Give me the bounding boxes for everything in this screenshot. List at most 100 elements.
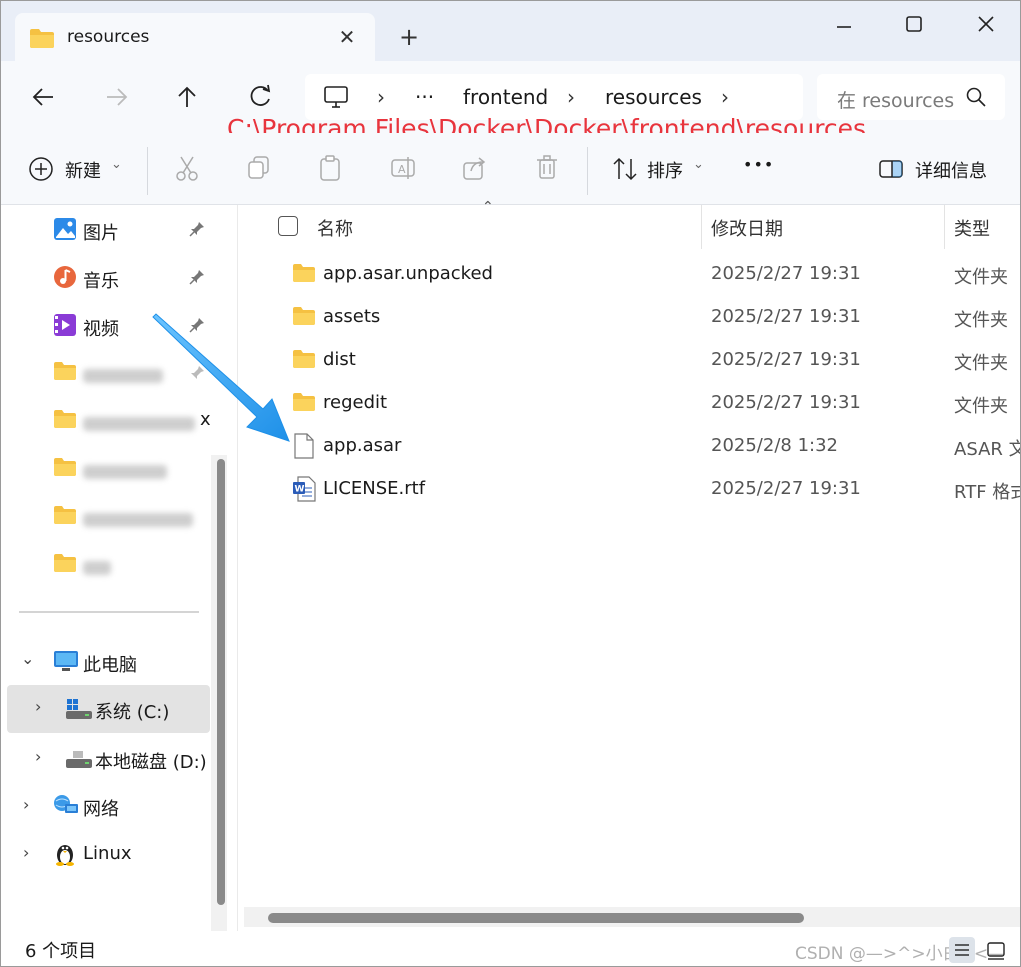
pictures-icon xyxy=(53,217,77,245)
breadcrumb-separator[interactable]: › xyxy=(567,85,575,109)
table-row[interactable]: dist 2025/2/27 19:31 文件夹 xyxy=(238,339,1020,382)
column-divider[interactable] xyxy=(944,205,945,249)
folder-icon xyxy=(53,409,77,433)
search-icon xyxy=(965,86,987,112)
breadcrumb-separator[interactable]: › xyxy=(377,85,385,109)
sidebar-item-label: 本地磁盘 (D:) xyxy=(95,752,207,773)
sidebar-scrollbar-thumb[interactable] xyxy=(217,459,225,905)
more-icon: ••• xyxy=(743,155,775,174)
minimize-button[interactable] xyxy=(821,7,865,43)
table-row[interactable]: app.asar 2025/2/8 1:32 ASAR 文件 xyxy=(238,425,1020,468)
file-explorer-window: resources ✕ + › ··· frontend › resources… xyxy=(0,0,1021,967)
sidebar-item-pinned-folder[interactable] xyxy=(1,447,211,491)
sidebar-item-drive-d[interactable]: › 本地磁盘 (D:) xyxy=(7,735,210,779)
column-header-modified[interactable]: 修改日期 xyxy=(711,215,783,241)
tab-resources[interactable]: resources ✕ xyxy=(15,13,375,63)
sort-ascending-icon: ⌃ xyxy=(482,199,494,215)
sidebar-item-linux[interactable]: › Linux xyxy=(1,831,211,875)
forward-button[interactable] xyxy=(97,77,137,117)
details-label: 详细信息 xyxy=(915,161,987,182)
chevron-right-icon[interactable]: › xyxy=(23,795,29,814)
divider xyxy=(587,147,588,195)
breadcrumb-frontend[interactable]: frontend xyxy=(463,85,548,109)
tiles-view-button[interactable] xyxy=(983,937,1009,963)
breadcrumb-separator[interactable]: › xyxy=(721,85,729,109)
arrow-left-icon xyxy=(32,88,53,106)
up-button[interactable] xyxy=(167,77,207,117)
linux-penguin-icon xyxy=(53,841,77,871)
sidebar-item-pictures[interactable]: 图片 xyxy=(1,207,211,251)
sidebar-divider xyxy=(19,611,199,613)
sidebar-item-this-pc[interactable]: ⌄ 此电脑 xyxy=(1,639,211,683)
hard-drive-icon xyxy=(65,747,93,775)
refresh-icon xyxy=(250,84,271,106)
blurred-label xyxy=(83,513,193,527)
sort-label: 排序 xyxy=(647,161,683,182)
file-date: 2025/2/27 19:31 xyxy=(711,349,861,370)
arrow-right-icon xyxy=(107,88,128,106)
chevron-right-icon[interactable]: › xyxy=(35,697,41,716)
maximize-button[interactable] xyxy=(891,7,935,43)
breadcrumb-resources[interactable]: resources xyxy=(605,85,702,109)
close-tab-button[interactable]: ✕ xyxy=(333,23,361,51)
new-button[interactable]: 新建 ⌄ xyxy=(27,153,127,185)
file-date: 2025/2/27 19:31 xyxy=(711,306,861,327)
copy-button[interactable] xyxy=(245,153,273,185)
share-button[interactable] xyxy=(461,153,489,185)
blurred-label xyxy=(83,465,167,479)
sidebar-item-pinned-folder[interactable] xyxy=(1,495,211,539)
table-row[interactable]: assets 2025/2/27 19:31 文件夹 xyxy=(238,296,1020,339)
details-view-button[interactable] xyxy=(949,937,975,963)
refresh-button[interactable] xyxy=(241,77,281,117)
back-button[interactable] xyxy=(23,77,63,117)
file-type: 文件夹 xyxy=(954,353,1008,374)
folder-icon xyxy=(53,361,77,385)
chevron-right-icon[interactable]: › xyxy=(35,747,41,766)
sort-button[interactable]: 排序 ⌄ xyxy=(611,153,711,185)
sidebar-item-drive-c[interactable]: › 系统 (C:) xyxy=(7,685,210,733)
paste-button[interactable] xyxy=(317,153,345,185)
folder-icon xyxy=(292,263,316,287)
monitor-icon xyxy=(53,649,79,677)
column-divider[interactable] xyxy=(701,205,702,249)
chevron-right-icon[interactable]: › xyxy=(23,843,29,862)
file-name: app.asar xyxy=(323,435,402,456)
rename-button[interactable]: A xyxy=(389,153,417,185)
column-header-name[interactable]: 名称 xyxy=(317,215,353,241)
search-input[interactable]: 在 resources 中搜索 xyxy=(837,86,957,113)
file-date: 2025/2/8 1:32 xyxy=(711,435,838,456)
pin-icon xyxy=(189,221,205,241)
network-icon xyxy=(53,793,79,821)
system-drive-icon xyxy=(65,697,93,725)
chevron-down-icon[interactable]: ⌄ xyxy=(21,649,34,668)
svg-text:A: A xyxy=(398,163,406,176)
word-doc-icon: W xyxy=(292,476,316,506)
breadcrumb-more[interactable]: ··· xyxy=(415,85,434,109)
table-row[interactable]: regedit 2025/2/27 19:31 文件夹 xyxy=(238,382,1020,425)
chevron-down-icon: ⌄ xyxy=(693,157,704,172)
select-all-checkbox[interactable] xyxy=(278,216,298,236)
blurred-label xyxy=(83,561,111,575)
close-window-button[interactable] xyxy=(963,7,1007,43)
sidebar-item-network[interactable]: › 网络 xyxy=(1,783,211,827)
status-bar: 6 个项目 CSDN @—>^>小白^<— xyxy=(1,931,1020,966)
svg-text:W: W xyxy=(295,485,305,495)
details-pane-button[interactable]: 详细信息 xyxy=(877,153,997,185)
file-name: app.asar.unpacked xyxy=(323,263,493,284)
tiles-view-icon xyxy=(987,942,1005,960)
copy-icon xyxy=(248,156,269,179)
delete-button[interactable] xyxy=(533,153,561,185)
column-header-type[interactable]: 类型 xyxy=(954,215,990,241)
table-row[interactable]: W LICENSE.rtf 2025/2/27 19:31 RTF 格式 xyxy=(238,468,1020,511)
sidebar-item-music[interactable]: 音乐 xyxy=(1,255,211,299)
cut-button[interactable] xyxy=(173,153,201,185)
sidebar-item-pinned-folder[interactable] xyxy=(1,543,211,587)
new-tab-button[interactable]: + xyxy=(393,21,425,53)
more-options-button[interactable]: ••• xyxy=(743,153,777,185)
table-row[interactable]: app.asar.unpacked 2025/2/27 19:31 文件夹 xyxy=(238,253,1020,296)
trash-icon xyxy=(537,155,557,179)
tab-title: resources xyxy=(67,27,150,47)
sidebar-item-label: 此电脑 xyxy=(83,655,137,676)
rename-icon: A xyxy=(391,157,415,179)
horizontal-scrollbar-thumb[interactable] xyxy=(268,913,804,923)
